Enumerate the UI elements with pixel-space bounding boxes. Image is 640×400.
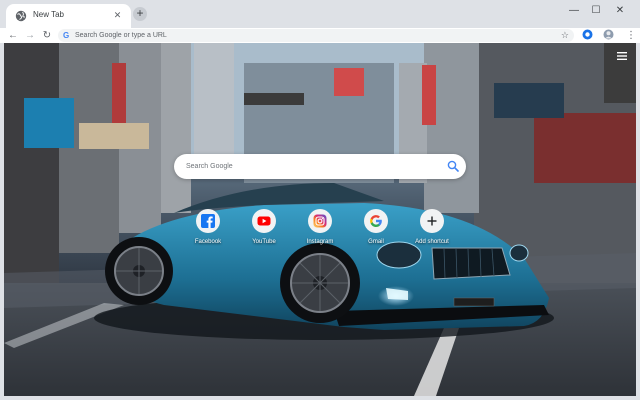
globe-icon xyxy=(15,10,27,22)
extension-icon[interactable] xyxy=(582,29,593,40)
maximize-button[interactable]: ☐ xyxy=(586,4,606,18)
shortcut-youtube[interactable]: YouTube xyxy=(236,209,292,254)
shortcut-icon-bg xyxy=(252,209,276,233)
shortcut-instagram[interactable]: Instagram xyxy=(292,209,348,254)
customize-menu-icon[interactable] xyxy=(616,50,628,62)
facebook-icon xyxy=(201,214,215,228)
shortcut-label: Facebook xyxy=(194,239,222,245)
plus-icon xyxy=(427,216,437,226)
shortcut-label: Instagram xyxy=(306,239,334,245)
new-tab-button[interactable]: + xyxy=(133,7,147,21)
browser-window: New Tab ✕ + — ☐ ✕ ← → ↻ G Search Google … xyxy=(0,0,640,400)
google-icon xyxy=(370,215,382,227)
bookmark-star-icon[interactable]: ☆ xyxy=(561,29,569,42)
shortcut-icon-bg xyxy=(420,209,444,233)
tab-close-icon[interactable]: ✕ xyxy=(111,9,124,22)
youtube-icon xyxy=(257,216,271,226)
shortcut-label: YouTube xyxy=(252,239,276,245)
google-search-box[interactable]: Search Google xyxy=(174,154,466,179)
shortcut-icon-bg xyxy=(364,209,388,233)
back-button[interactable]: ← xyxy=(6,28,20,43)
shortcut-icon-bg xyxy=(308,209,332,233)
close-window-button[interactable]: ✕ xyxy=(610,4,630,18)
forward-button[interactable]: → xyxy=(23,28,37,43)
address-bar[interactable]: G Search Google or type a URL ☆ xyxy=(58,29,574,42)
shortcut-add[interactable]: Add shortcut xyxy=(404,209,460,254)
toolbar: ← → ↻ G Search Google or type a URL ☆ ⋮ xyxy=(0,28,640,43)
new-tab-page: Search Google Facebook YouTube Instagram… xyxy=(4,43,636,396)
reload-button[interactable]: ↻ xyxy=(40,28,54,43)
instagram-icon xyxy=(313,214,327,228)
profile-avatar-icon[interactable] xyxy=(603,29,614,40)
search-placeholder: Search Google xyxy=(186,163,233,170)
shortcut-icon-bg xyxy=(196,209,220,233)
shortcut-label: Gmail xyxy=(368,239,384,245)
menu-icon[interactable]: ⋮ xyxy=(624,28,638,43)
address-placeholder: Search Google or type a URL xyxy=(75,32,167,39)
shortcut-facebook[interactable]: Facebook xyxy=(180,209,236,254)
minimize-button[interactable]: — xyxy=(564,4,584,18)
shortcut-label: Add shortcut xyxy=(415,239,449,245)
tab-strip: New Tab ✕ + — ☐ ✕ xyxy=(0,0,640,28)
tab-title: New Tab xyxy=(33,10,64,19)
google-icon: G xyxy=(63,31,70,40)
search-icon[interactable] xyxy=(447,160,459,172)
tab-new-tab[interactable]: New Tab ✕ xyxy=(6,4,131,28)
shortcut-gmail[interactable]: Gmail xyxy=(348,209,404,254)
